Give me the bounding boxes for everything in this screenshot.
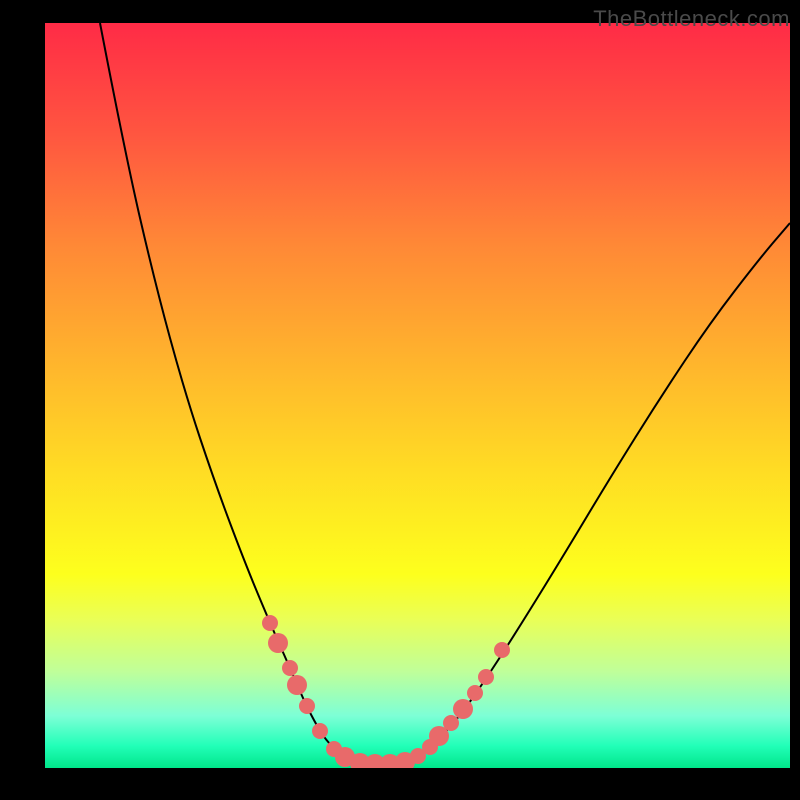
chart-plot-area (45, 23, 790, 768)
data-dot (467, 685, 483, 701)
data-dots-group (262, 615, 510, 768)
data-dot (453, 699, 473, 719)
data-dot (262, 615, 278, 631)
data-dot (494, 642, 510, 658)
left-curve-line (100, 23, 360, 763)
right-curve-line (397, 223, 790, 763)
data-dot (299, 698, 315, 714)
data-dot (443, 715, 459, 731)
watermark-text: TheBottleneck.com (593, 6, 790, 32)
data-dot (282, 660, 298, 676)
data-dot (268, 633, 288, 653)
data-dot (478, 669, 494, 685)
data-dot (287, 675, 307, 695)
data-dot (312, 723, 328, 739)
chart-svg (45, 23, 790, 768)
